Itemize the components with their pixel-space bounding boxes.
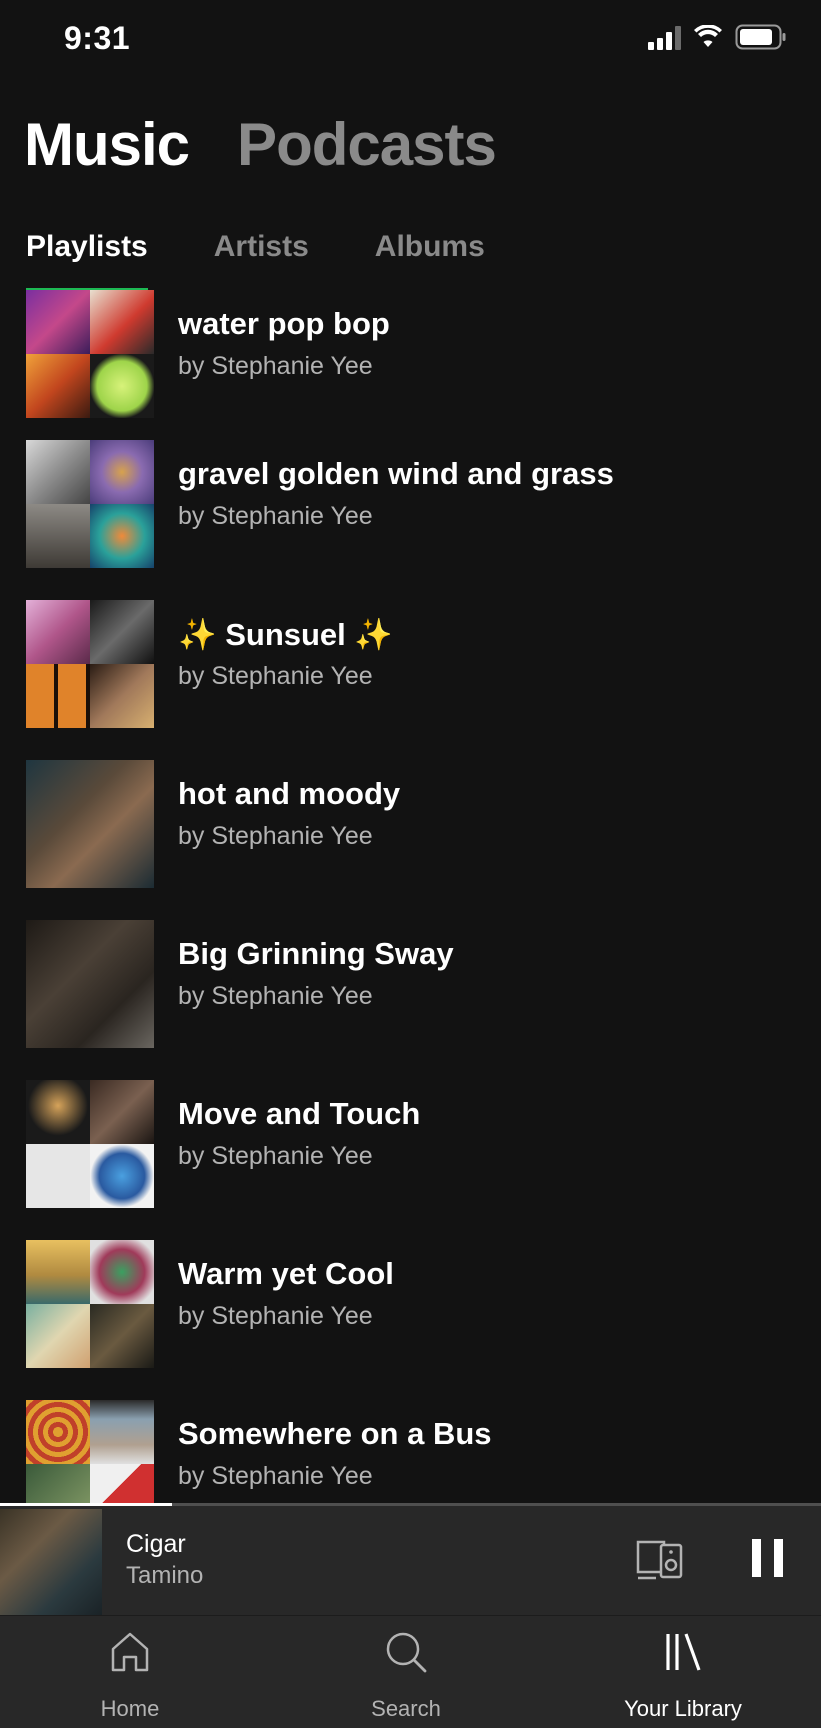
playlist-row-hot-and-moody[interactable]: hot and moody by Stephanie Yee xyxy=(0,760,821,920)
nav-search-label: Search xyxy=(371,1696,441,1721)
playlist-row-big-grinning-sway[interactable]: Big Grinning Sway by Stephanie Yee xyxy=(0,920,821,1080)
tab-playlists[interactable]: Playlists xyxy=(26,230,148,264)
playback-progress-track xyxy=(0,1503,821,1506)
playlist-subtitle: by Stephanie Yee xyxy=(178,1462,373,1490)
cellular-signal-icon xyxy=(648,24,681,50)
playlist-row-move-and-touch[interactable]: Move and Touch by Stephanie Yee xyxy=(0,1080,821,1240)
now-playing-album-art[interactable] xyxy=(0,1509,102,1615)
tab-podcasts[interactable]: Podcasts xyxy=(237,110,497,179)
now-playing-bar[interactable]: Cigar Tamino xyxy=(0,1503,821,1615)
playlist-title: gravel golden wind and grass xyxy=(178,456,614,491)
playlist-cover xyxy=(26,1400,154,1503)
wifi-icon xyxy=(694,25,722,47)
bottom-nav: Home Search Your Library xyxy=(0,1615,821,1728)
top-tabs: Music Podcasts xyxy=(24,110,497,179)
library-icon xyxy=(666,1633,701,1671)
playlist-subtitle: by Stephanie Yee xyxy=(178,1142,373,1170)
now-playing-title[interactable]: Cigar xyxy=(126,1530,186,1559)
playlist-title: Somewhere on a Bus xyxy=(178,1416,492,1451)
nav-home-label: Home xyxy=(100,1696,160,1721)
playlist-list[interactable]: water pop bop by Stephanie Yee gravel go… xyxy=(0,290,821,1503)
search-icon xyxy=(386,1632,427,1673)
playlist-title: hot and moody xyxy=(178,776,401,811)
playlist-cover xyxy=(26,290,154,418)
playlist-subtitle: by Stephanie Yee xyxy=(178,822,373,850)
status-bar: 9:31 xyxy=(0,0,821,80)
playlist-row-water-pop-bop[interactable]: water pop bop by Stephanie Yee xyxy=(0,290,821,450)
playlist-title: Big Grinning Sway xyxy=(178,936,454,971)
playlist-cover xyxy=(26,920,154,1048)
tab-music[interactable]: Music xyxy=(24,110,190,179)
playlist-cover xyxy=(26,1240,154,1368)
playlist-title: water pop bop xyxy=(178,306,390,341)
playlist-cover xyxy=(26,440,154,568)
playlist-cover xyxy=(26,1080,154,1208)
sub-tabs: Playlists Artists Albums xyxy=(26,230,485,264)
playlist-row-somewhere-on-a-bus[interactable]: Somewhere on a Bus by Stephanie Yee xyxy=(0,1400,821,1503)
playlist-cover xyxy=(26,600,154,728)
playlist-cover xyxy=(26,760,154,888)
nav-search[interactable]: Search xyxy=(306,1616,506,1728)
playlist-subtitle: by Stephanie Yee xyxy=(178,982,373,1010)
battery-icon xyxy=(735,24,786,50)
playlist-row-gravel-golden[interactable]: gravel golden wind and grass by Stephani… xyxy=(0,440,821,600)
status-time: 9:31 xyxy=(64,20,131,56)
nav-home[interactable]: Home xyxy=(30,1616,230,1728)
playlist-title: Warm yet Cool xyxy=(178,1256,394,1291)
devices-icon[interactable] xyxy=(636,1539,686,1581)
playlist-subtitle: by Stephanie Yee xyxy=(178,662,373,690)
nav-your-library-label: Your Library xyxy=(624,1696,742,1721)
tab-albums[interactable]: Albums xyxy=(375,230,485,264)
playback-progress-fill xyxy=(0,1503,173,1506)
playlist-subtitle: by Stephanie Yee xyxy=(178,352,373,380)
tab-artists[interactable]: Artists xyxy=(214,230,309,264)
playlist-title: ✨ Sunsuel ✨ xyxy=(178,617,394,652)
home-icon xyxy=(111,1632,149,1672)
playlist-row-sunsuel[interactable]: ✨ Sunsuel ✨ by Stephanie Yee xyxy=(0,600,821,760)
playlist-subtitle: by Stephanie Yee xyxy=(178,502,373,530)
pause-button[interactable] xyxy=(748,1535,788,1581)
now-playing-artist[interactable]: Tamino xyxy=(126,1562,203,1590)
playlist-title: Move and Touch xyxy=(178,1096,421,1131)
nav-your-library[interactable]: Your Library xyxy=(583,1616,783,1728)
playlist-row-warm-yet-cool[interactable]: Warm yet Cool by Stephanie Yee xyxy=(0,1240,821,1400)
playlist-subtitle: by Stephanie Yee xyxy=(178,1302,373,1330)
status-icons xyxy=(648,24,787,50)
